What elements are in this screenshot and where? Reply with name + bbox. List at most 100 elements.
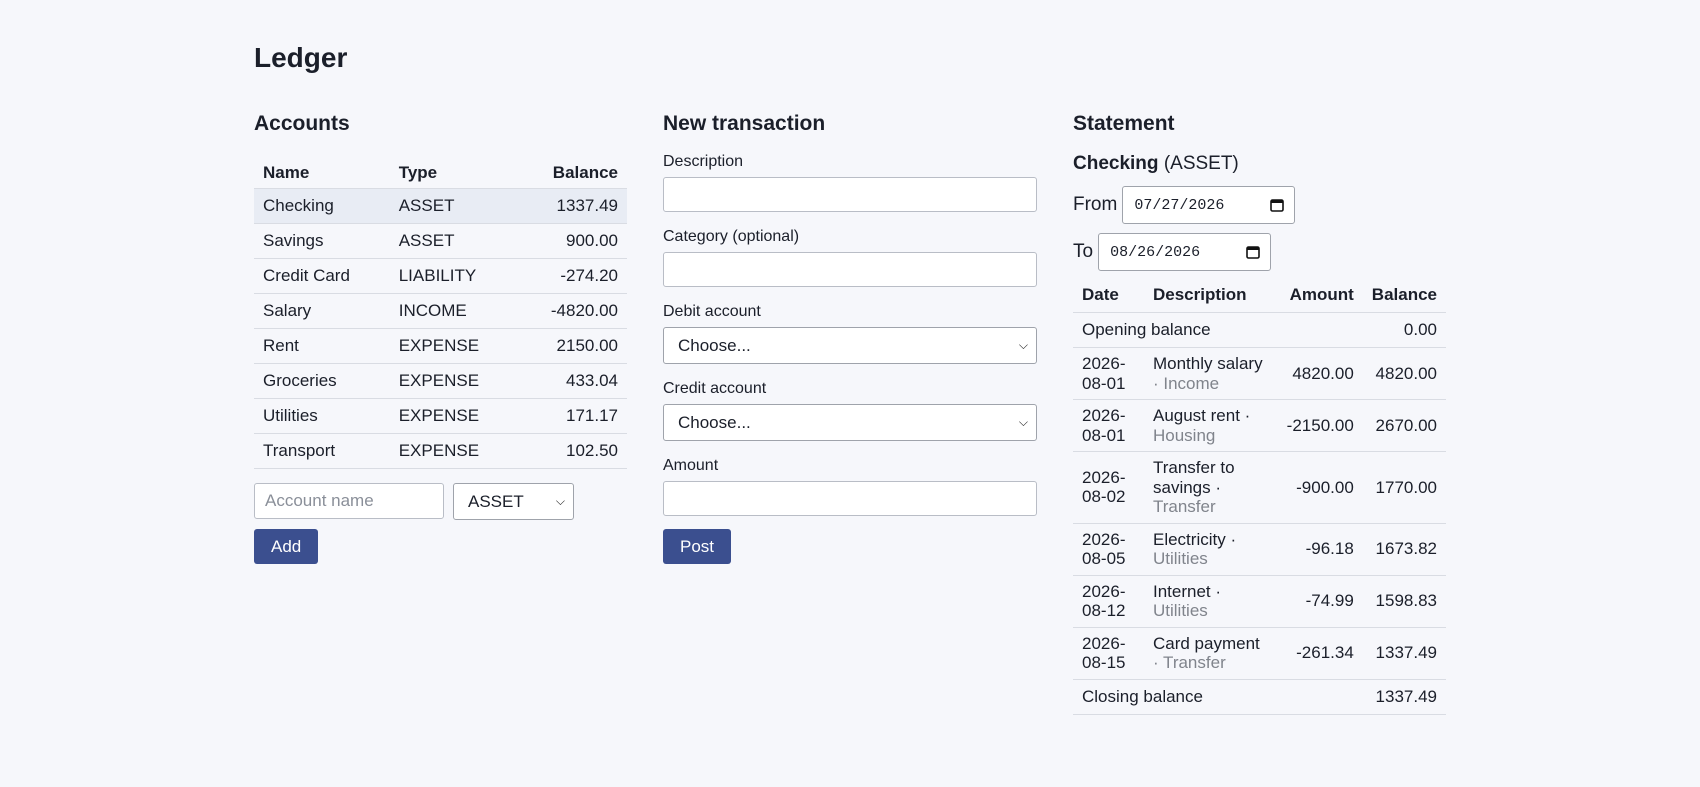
statement-amount: -74.99 — [1277, 575, 1363, 628]
amount-label: Amount — [663, 457, 719, 474]
chevron-down-icon: ⌵ — [1018, 415, 1028, 429]
account-name: Rent — [254, 328, 390, 364]
account-balance: 900.00 — [516, 223, 627, 259]
statement-balance: 2670.00 — [1362, 399, 1446, 452]
statement-row: 2026- 08-05 Electricity · Utilities -96.18… — [1073, 523, 1446, 576]
account-type-select[interactable]: ASSET ⌵ — [453, 483, 574, 520]
page-title: Ledger — [254, 42, 348, 73]
statement-date: 2026- 08-01 — [1073, 399, 1144, 452]
account-name: Checking — [254, 188, 390, 224]
statement-description: Monthly salary · Income — [1143, 347, 1278, 400]
debit-account-label: Debit account — [663, 303, 761, 320]
account-row-credit-card[interactable]: Credit Card LIABILITY -274.20 — [254, 258, 627, 294]
statement-account-name: Checking — [1073, 153, 1159, 174]
statement-balance: 1673.82 — [1362, 523, 1446, 576]
statement-description: Electricity · Utilities — [1143, 523, 1278, 576]
to-date-value: 08/26/2026 — [1110, 243, 1201, 261]
statement-heading: Statement — [1073, 112, 1175, 135]
account-type: EXPENSE — [389, 398, 517, 434]
statement-balance: 4820.00 — [1362, 347, 1446, 400]
statement-account-type: (ASSET) — [1163, 153, 1239, 174]
account-row-rent[interactable]: Rent EXPENSE 2150.00 — [254, 328, 627, 364]
statement-date: 2026- 08-05 — [1073, 523, 1144, 576]
credit-account-select[interactable]: Choose... ⌵ — [663, 404, 1037, 441]
category-input[interactable] — [663, 252, 1037, 287]
statement-balance: 1337.49 — [1362, 627, 1446, 680]
category-label: Category (optional) — [663, 228, 800, 245]
account-type: EXPENSE — [389, 433, 517, 469]
add-account-button[interactable]: Add — [254, 529, 319, 564]
statement-desc-text: Transfer to savings · — [1152, 458, 1235, 497]
statement-amount: -900.00 — [1277, 451, 1363, 524]
account-row-transport[interactable]: Transport EXPENSE 102.50 — [254, 433, 627, 469]
statement-description: Internet · Utilities — [1143, 575, 1278, 628]
column-header-name: Name — [254, 157, 390, 189]
account-type: ASSET — [389, 188, 517, 224]
calendar-icon[interactable] — [1246, 245, 1260, 259]
description-label: Description — [663, 153, 744, 170]
statement-row: 2026- 08-02 Transfer to savings · Transfer… — [1073, 451, 1446, 524]
opening-balance-label: Opening balance — [1073, 312, 1363, 348]
statement-amount: 4820.00 — [1277, 347, 1363, 400]
accounts-header-row: Name Type Balance — [254, 157, 627, 189]
to-date-input[interactable]: 08/26/2026 — [1098, 233, 1272, 271]
to-date-row: To 08/26/2026 — [1073, 233, 1446, 271]
from-date-input[interactable]: 07/27/2026 — [1122, 186, 1296, 224]
account-name: Groceries — [254, 363, 390, 399]
from-date-row: From 07/27/2026 — [1073, 186, 1446, 224]
account-type: INCOME — [389, 293, 517, 329]
account-name: Savings — [254, 223, 390, 259]
statement-balance: 1598.83 — [1362, 575, 1446, 628]
account-row-utilities[interactable]: Utilities EXPENSE 171.17 — [254, 398, 627, 434]
statement-row: 2026- 08-01 August rent · Housing -2150.00… — [1073, 399, 1446, 452]
statement-header-row: Date Description Amount Balance — [1073, 277, 1446, 313]
new-transaction-heading: New transaction — [663, 112, 826, 135]
chevron-down-icon: ⌵ — [555, 494, 565, 508]
description-input[interactable] — [663, 177, 1037, 212]
column-header-balance: Balance — [1362, 277, 1446, 313]
account-balance: 171.17 — [516, 398, 627, 434]
statement-desc-text: Internet · — [1152, 581, 1222, 601]
account-name: Transport — [254, 433, 390, 469]
accounts-table: Name Type Balance Checking ASSET 1337.49… — [254, 157, 627, 469]
credit-account-label: Credit account — [663, 380, 767, 397]
column-header-type: Type — [389, 157, 517, 189]
statement-category: Utilities — [1152, 549, 1208, 568]
accounts-heading: Accounts — [254, 112, 350, 135]
statement-category: · Income — [1152, 373, 1220, 393]
statement-amount: -261.34 — [1277, 627, 1363, 680]
account-type: EXPENSE — [389, 328, 517, 364]
statement-date: 2026- 08-02 — [1073, 451, 1144, 524]
from-label: From — [1073, 194, 1118, 215]
column-header-description: Description — [1143, 277, 1278, 313]
statement-description: Transfer to savings · Transfer — [1143, 451, 1278, 524]
account-balance: -274.20 — [516, 258, 627, 294]
account-row-checking[interactable]: Checking ASSET 1337.49 — [254, 188, 627, 224]
opening-balance-value: 0.00 — [1362, 312, 1446, 348]
account-row-groceries[interactable]: Groceries EXPENSE 433.04 — [254, 363, 627, 399]
statement-balance: 1770.00 — [1362, 451, 1446, 524]
statement-category: · Transfer — [1152, 653, 1226, 672]
statement-date: 2026- 08-15 — [1073, 627, 1144, 680]
statement-panel: Statement Checking (ASSET) From 07/27/20… — [1073, 110, 1446, 715]
account-row-salary[interactable]: Salary INCOME -4820.00 — [254, 293, 627, 329]
post-button[interactable]: Post — [663, 529, 732, 564]
statement-account-heading: Checking (ASSET) — [1073, 152, 1446, 176]
account-row-savings[interactable]: Savings ASSET 900.00 — [254, 223, 627, 259]
from-date-value: 07/27/2026 — [1134, 196, 1225, 214]
amount-input[interactable] — [663, 481, 1037, 516]
statement-category: Housing — [1152, 425, 1216, 445]
account-type-select-value: ASSET — [468, 491, 524, 511]
statement-row: 2026- 08-01 Monthly salary · Income 4820.0… — [1073, 347, 1446, 400]
account-name-input[interactable] — [254, 483, 444, 519]
statement-category: Utilities — [1152, 601, 1208, 620]
account-type: EXPENSE — [389, 363, 517, 399]
calendar-icon[interactable] — [1270, 198, 1285, 212]
debit-account-select[interactable]: Choose... ⌵ — [663, 327, 1037, 364]
statement-date: 2026- 08-01 — [1073, 347, 1144, 400]
chevron-down-icon: ⌵ — [1018, 338, 1028, 352]
debit-account-select-value: Choose... — [678, 335, 751, 355]
statement-amount: -2150.00 — [1277, 399, 1363, 452]
account-balance: 102.50 — [516, 433, 627, 469]
statement-date: 2026- 08-12 — [1073, 575, 1144, 628]
